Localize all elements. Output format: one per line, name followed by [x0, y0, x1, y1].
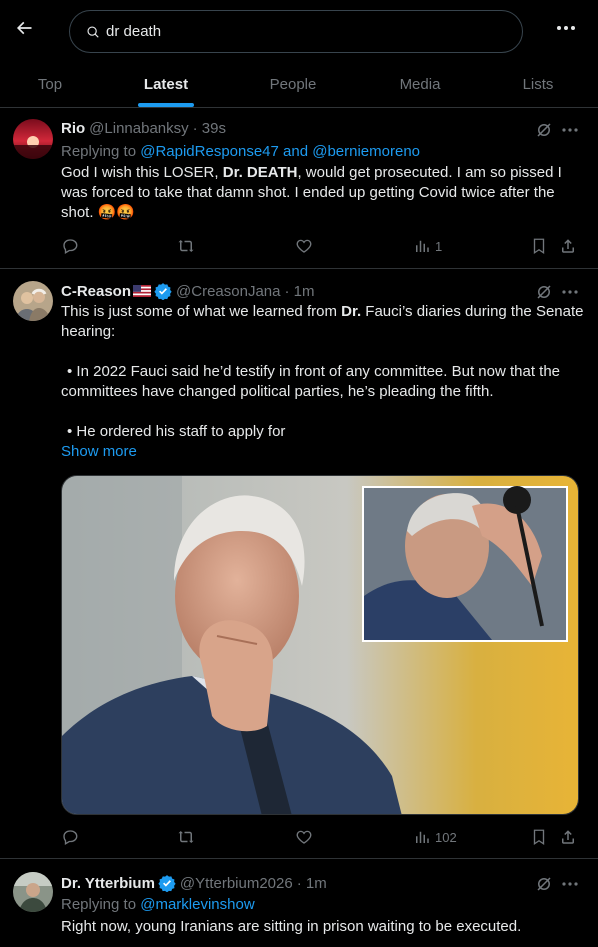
handle[interactable]: @CreasonJana: [176, 283, 280, 300]
tab-people[interactable]: People: [243, 60, 343, 108]
more-icon: [562, 128, 578, 132]
text-paragraph: This is just some of what we learned fro…: [61, 302, 586, 342]
text-paragraph: • He ordered his staff to apply for: [67, 423, 286, 440]
reply-button[interactable]: [61, 827, 79, 847]
views-button[interactable]: 102: [413, 827, 457, 847]
heart-icon: [296, 239, 312, 253]
views-count: 1: [435, 238, 443, 254]
show-more-link[interactable]: Show more: [61, 442, 586, 462]
search-input[interactable]: dr death: [69, 10, 523, 53]
tab-top[interactable]: Top: [0, 60, 100, 108]
share-icon: [562, 239, 574, 253]
timestamp[interactable]: · 39s: [193, 120, 226, 137]
more-icon: [562, 882, 578, 886]
text-part: This is just some of what we learned fro…: [61, 303, 342, 320]
tweet-2[interactable]: C-Reason @CreasonJana · 1m This is just …: [0, 269, 598, 859]
tab-lists[interactable]: Lists: [488, 60, 588, 108]
tweet-media-image[interactable]: [61, 475, 579, 815]
views-icon: [416, 831, 429, 843]
tweet-actions: 102: [61, 827, 581, 847]
avatar[interactable]: [13, 119, 53, 159]
verified-badge-icon: [154, 283, 172, 300]
search-header: dr death Top Latest People Media Lists: [0, 0, 598, 108]
grok-icon[interactable]: [535, 121, 553, 139]
handle[interactable]: @Ytterbium2026: [180, 875, 293, 892]
display-name[interactable]: C-Reason: [61, 283, 131, 300]
replying-to: Replying to @marklevinshow: [61, 896, 255, 913]
text-part: God I wish this LOSER,: [61, 164, 223, 181]
reply-icon: [63, 830, 78, 845]
tweet-more-button[interactable]: [560, 875, 580, 893]
verified-badge-icon: [158, 875, 176, 892]
timestamp[interactable]: · 1m: [297, 875, 327, 892]
text-highlight: Dr. DEATH: [222, 164, 298, 181]
search-icon: [86, 25, 100, 39]
replying-label: Replying to: [61, 143, 141, 160]
reply-icon: [63, 239, 78, 254]
grok-icon[interactable]: [535, 875, 553, 893]
share-icon: [562, 830, 574, 844]
like-button[interactable]: [295, 236, 313, 256]
replying-mentions[interactable]: @marklevinshow: [140, 896, 254, 913]
bookmark-icon: [533, 829, 545, 846]
replying-to: Replying to @RapidResponse47 and @bernie…: [61, 143, 420, 160]
avatar[interactable]: [13, 872, 53, 912]
us-flag-icon: [133, 285, 152, 297]
tab-media[interactable]: Media: [370, 60, 470, 108]
tweet-header: Dr. Ytterbium @Ytterbium2026 · 1m: [61, 874, 327, 892]
tweet-more-button[interactable]: [560, 121, 580, 139]
grok-icon[interactable]: [535, 283, 553, 301]
back-button[interactable]: [10, 14, 38, 42]
reply-button[interactable]: [61, 236, 79, 256]
tweet-header: C-Reason @CreasonJana · 1m: [61, 282, 314, 300]
avatar[interactable]: [13, 281, 53, 321]
bookmark-button[interactable]: [530, 236, 548, 256]
replying-mentions[interactable]: @RapidResponse47 and @berniemoreno: [140, 143, 420, 160]
text-paragraph: • In 2022 Fauci said he’d testify in fro…: [61, 363, 561, 400]
share-button[interactable]: [559, 827, 577, 847]
text-highlight: Dr.: [341, 303, 362, 320]
timestamp[interactable]: · 1m: [284, 283, 314, 300]
search-tabs: Top Latest People Media Lists: [0, 60, 598, 108]
bookmark-button[interactable]: [530, 827, 548, 847]
tab-latest[interactable]: Latest: [116, 60, 216, 108]
more-options-button[interactable]: [552, 16, 580, 40]
tweet-text: God I wish this LOSER, Dr. DEATH, would …: [61, 163, 586, 223]
tweet-actions: 1: [61, 236, 581, 256]
tweet-3[interactable]: Dr. Ytterbium @Ytterbium2026 · 1m Replyi…: [0, 859, 598, 947]
more-icon: [562, 290, 578, 294]
repost-button[interactable]: [176, 236, 196, 256]
replying-label: Replying to: [61, 896, 141, 913]
tweet-header: Rio @Linnabanksy · 39s: [61, 120, 226, 137]
like-button[interactable]: [295, 827, 313, 847]
active-tab-indicator: [138, 103, 194, 107]
views-button[interactable]: 1: [413, 236, 442, 256]
repost-icon: [178, 240, 194, 252]
handle[interactable]: @Linnabanksy: [89, 120, 188, 137]
share-button[interactable]: [559, 236, 577, 256]
search-query: dr death: [106, 23, 162, 40]
tweet-more-button[interactable]: [560, 283, 580, 301]
repost-button[interactable]: [176, 827, 196, 847]
tweet-text: This is just some of what we learned fro…: [61, 302, 586, 462]
heart-icon: [296, 830, 312, 844]
display-name[interactable]: Dr. Ytterbium: [61, 875, 155, 892]
views-icon: [416, 240, 429, 252]
more-icon: [557, 26, 575, 30]
fauci-photo: [62, 476, 578, 814]
tweet-1[interactable]: Rio @Linnabanksy · 39s Replying to @Rapi…: [0, 108, 598, 269]
repost-icon: [178, 831, 194, 843]
views-count: 102: [435, 829, 457, 845]
arrow-left-icon: [16, 21, 32, 35]
tweet-text: Right now, young Iranians are sitting in…: [61, 918, 522, 935]
display-name[interactable]: Rio: [61, 120, 85, 137]
bookmark-icon: [533, 238, 545, 255]
